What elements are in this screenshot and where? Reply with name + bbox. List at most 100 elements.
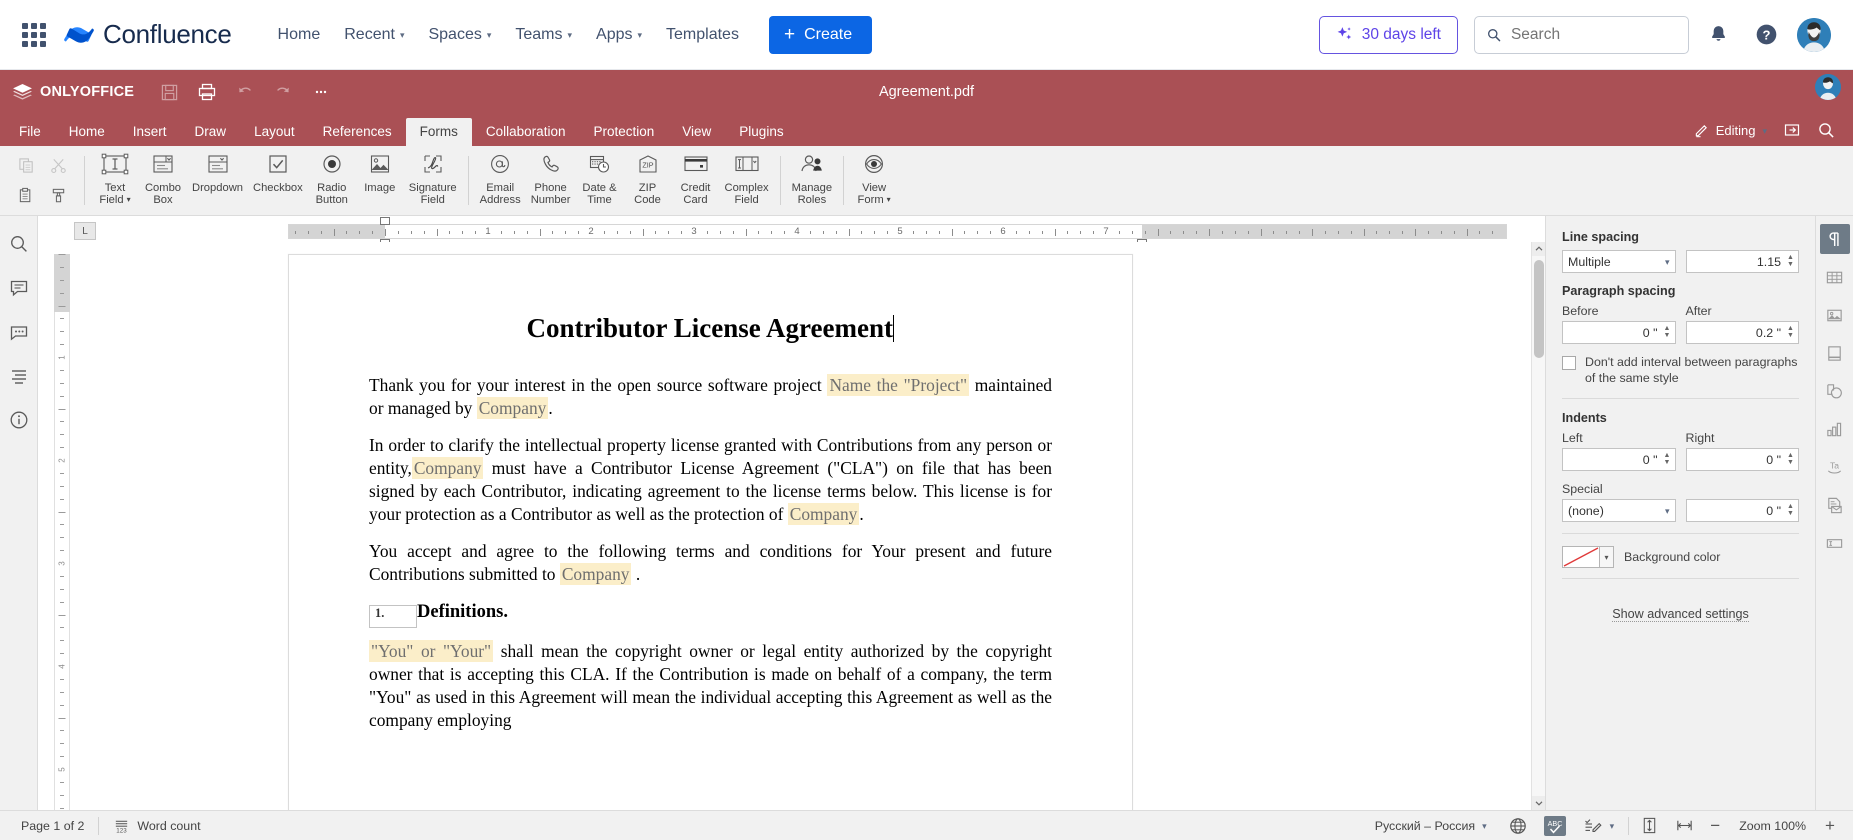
tab-plugins[interactable]: Plugins xyxy=(725,118,797,146)
tab-collaboration[interactable]: Collaboration xyxy=(472,118,580,146)
editor-search-button[interactable] xyxy=(1811,116,1841,144)
app-switcher-icon[interactable] xyxy=(22,23,46,47)
header-footer-settings-icon[interactable] xyxy=(1820,338,1850,368)
nav-teams[interactable]: Teams▾ xyxy=(503,18,584,52)
spacing-after-input[interactable]: 0.2 " ▲▼ xyxy=(1686,321,1800,344)
image-button[interactable]: Image xyxy=(356,146,404,215)
spell-checking-button[interactable]: ABC xyxy=(1538,814,1572,838)
avatar[interactable] xyxy=(1797,18,1831,52)
redo-icon[interactable] xyxy=(264,75,302,109)
table-settings-icon[interactable] xyxy=(1820,262,1850,292)
image-settings-icon[interactable] xyxy=(1820,300,1850,330)
complex-field-button[interactable]: Complex Field xyxy=(720,146,774,215)
form-field-company[interactable]: Company xyxy=(477,397,549,419)
paragraph-1[interactable]: Thank you for your interest in the open … xyxy=(369,374,1052,420)
checkbox-button[interactable]: Checkbox xyxy=(248,146,308,215)
signature-field-button[interactable]: Signature Field xyxy=(404,146,462,215)
spinner-icon[interactable]: ▲▼ xyxy=(1785,504,1796,517)
editing-mode-dropdown[interactable]: Editing ▾ xyxy=(1688,123,1773,138)
copy-icon[interactable] xyxy=(12,152,40,180)
email-address-button[interactable]: Email Address xyxy=(475,146,526,215)
copy-style-icon[interactable] xyxy=(44,182,72,210)
create-button[interactable]: + Create xyxy=(769,16,872,54)
text-field-button[interactable]: Text Field▾ xyxy=(91,146,139,215)
tab-insert[interactable]: Insert xyxy=(119,118,181,146)
sidebar-item-search[interactable] xyxy=(5,230,33,258)
form-field-company[interactable]: Company xyxy=(560,563,632,585)
form-field-project[interactable]: Name the "Project" xyxy=(827,374,969,396)
more-icon[interactable] xyxy=(302,75,340,109)
paste-icon[interactable] xyxy=(12,182,40,210)
indent-left-input[interactable]: 0 " ▲▼ xyxy=(1562,448,1676,471)
spinner-icon[interactable]: ▲▼ xyxy=(1785,255,1796,268)
nav-apps[interactable]: Apps▾ xyxy=(584,18,654,52)
editor-user-avatar[interactable] xyxy=(1815,74,1841,100)
line-spacing-type-select[interactable]: Multiple ▾ xyxy=(1562,250,1676,273)
section-heading-definitions[interactable]: 1.Definitions. xyxy=(369,602,1052,628)
tab-forms[interactable]: Forms xyxy=(406,118,472,146)
zoom-out-button[interactable]: − xyxy=(1702,814,1728,838)
paragraph-definition[interactable]: "You" or "Your" shall mean the copyright… xyxy=(369,640,1052,732)
search-box[interactable] xyxy=(1474,16,1689,54)
nav-recent[interactable]: Recent▾ xyxy=(332,18,416,52)
mail-merge-settings-icon[interactable] xyxy=(1820,490,1850,520)
horizontal-ruler[interactable]: 1234567 xyxy=(288,224,1507,239)
page-info[interactable]: Page 1 of 2 xyxy=(10,814,95,838)
notifications-button[interactable] xyxy=(1699,16,1737,54)
paragraph-2[interactable]: In order to clarify the intellectual pro… xyxy=(369,434,1052,526)
chart-settings-icon[interactable] xyxy=(1820,414,1850,444)
word-count-button[interactable]: 123 Word count xyxy=(102,814,211,838)
scroll-down-button[interactable] xyxy=(1532,796,1545,810)
special-indent-select[interactable]: (none) ▾ xyxy=(1562,499,1676,522)
vertical-ruler[interactable]: 123456 xyxy=(52,242,72,810)
first-line-indent-marker[interactable] xyxy=(380,217,390,225)
background-color-dropdown[interactable]: ▾ xyxy=(1600,546,1614,568)
search-input[interactable] xyxy=(1511,26,1676,44)
save-icon[interactable] xyxy=(150,75,188,109)
form-field-you-your[interactable]: "You" or "Your" xyxy=(369,640,493,662)
sidebar-item-chat[interactable] xyxy=(5,318,33,346)
spinner-icon[interactable]: ▲▼ xyxy=(1785,453,1796,466)
tab-references[interactable]: References xyxy=(309,118,406,146)
sidebar-item-about[interactable] xyxy=(5,406,33,434)
onlyoffice-logo[interactable]: ONLYOFFICE xyxy=(0,84,150,101)
open-file-location-button[interactable] xyxy=(1777,116,1807,144)
scroll-up-button[interactable] xyxy=(1532,242,1545,256)
tab-view[interactable]: View xyxy=(668,118,725,146)
form-field-company[interactable]: Company xyxy=(412,457,484,479)
track-changes-button[interactable]: ▾ xyxy=(1572,814,1626,838)
phone-number-button[interactable]: Phone Number xyxy=(526,146,576,215)
zoom-level[interactable]: Zoom 100% xyxy=(1728,814,1817,838)
spinner-icon[interactable]: ▲▼ xyxy=(1662,453,1673,466)
background-color-swatch[interactable] xyxy=(1562,546,1600,568)
shape-settings-icon[interactable] xyxy=(1820,376,1850,406)
text-art-settings-icon[interactable]: Ta xyxy=(1820,452,1850,482)
date-time-button[interactable]: Date & Time xyxy=(576,146,624,215)
view-form-button[interactable]: View Form▾ xyxy=(850,146,898,215)
special-by-input[interactable]: 0 " ▲▼ xyxy=(1686,499,1800,522)
vertical-scrollbar[interactable] xyxy=(1531,242,1545,810)
indent-right-input[interactable]: 0 " ▲▼ xyxy=(1686,448,1800,471)
paragraph-3[interactable]: You accept and agree to the following te… xyxy=(369,540,1052,586)
paragraph-settings-icon[interactable] xyxy=(1820,224,1850,254)
tab-layout[interactable]: Layout xyxy=(240,118,309,146)
language-selector[interactable]: Русский – Россия ▾ xyxy=(1364,814,1498,838)
show-advanced-settings-link[interactable]: Show advanced settings xyxy=(1612,607,1749,622)
spinner-icon[interactable]: ▲▼ xyxy=(1785,326,1796,339)
tab-home[interactable]: Home xyxy=(55,118,119,146)
fit-to-page-button[interactable] xyxy=(1632,814,1667,838)
form-field-company[interactable]: Company xyxy=(788,503,860,525)
scrollbar-thumb[interactable] xyxy=(1534,260,1544,358)
tab-file[interactable]: File xyxy=(5,118,55,146)
credit-card-button[interactable]: Credit Card xyxy=(672,146,720,215)
confluence-logo[interactable]: Confluence xyxy=(64,19,232,50)
set-document-language-button[interactable] xyxy=(1498,814,1538,838)
radio-button-button[interactable]: Radio Button xyxy=(308,146,356,215)
sidebar-item-headings[interactable] xyxy=(5,362,33,390)
line-spacing-value-input[interactable]: 1.15 ▲▼ xyxy=(1686,250,1800,273)
help-button[interactable]: ? xyxy=(1747,16,1785,54)
zip-code-button[interactable]: ZIP ZIP Code xyxy=(624,146,672,215)
no-interval-checkbox[interactable] xyxy=(1562,356,1576,370)
nav-home[interactable]: Home xyxy=(266,18,333,52)
fit-to-width-button[interactable] xyxy=(1667,814,1702,838)
